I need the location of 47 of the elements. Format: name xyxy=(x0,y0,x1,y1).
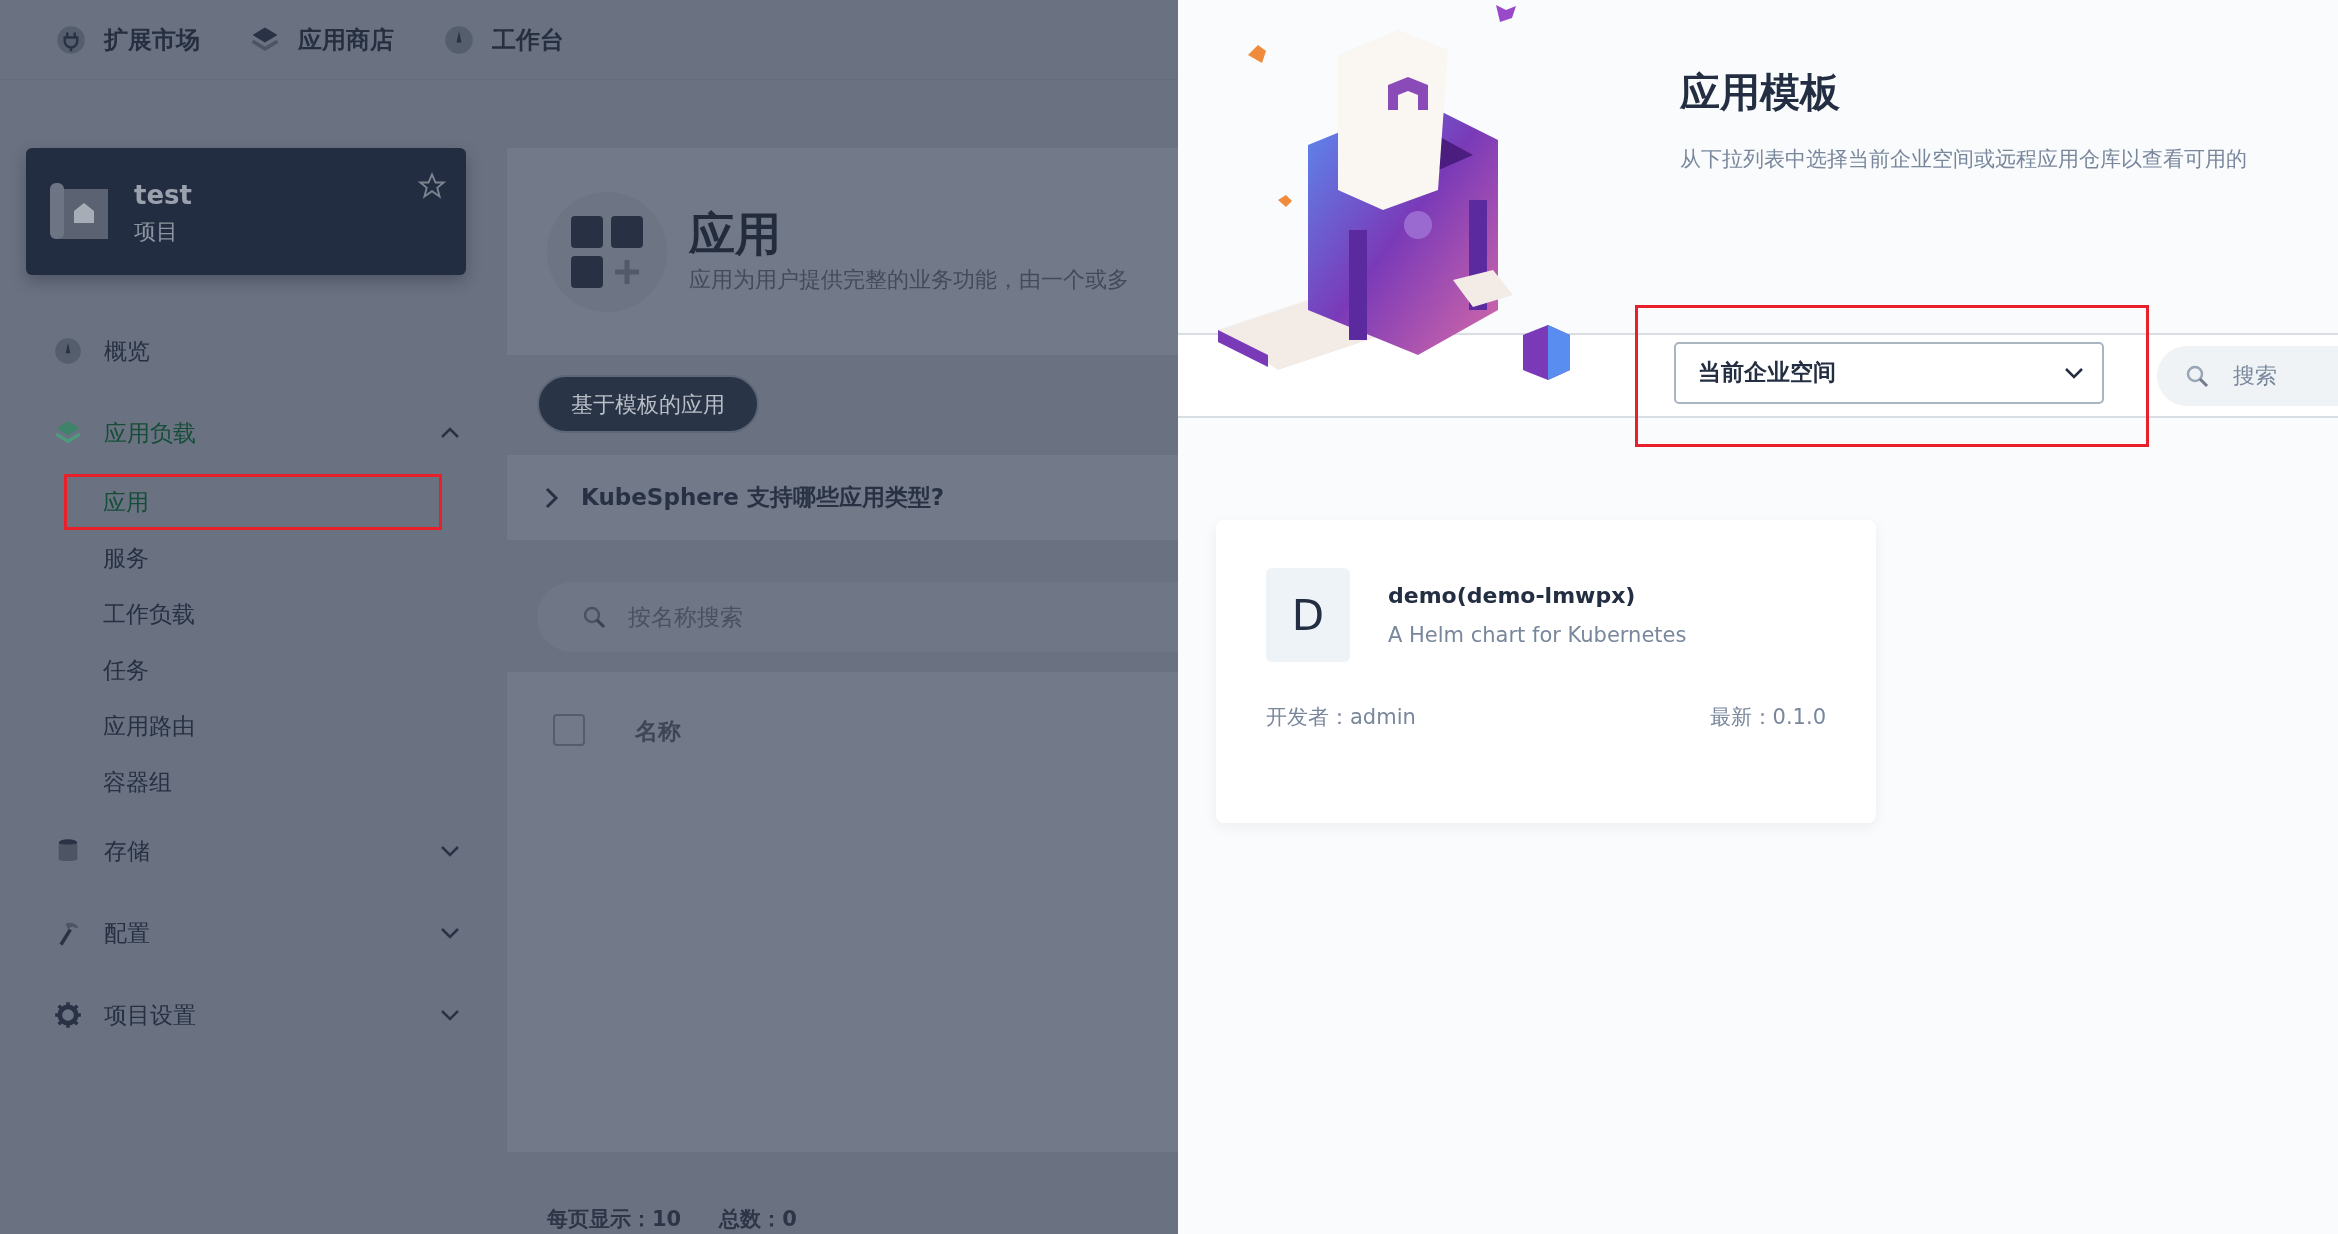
drawer-title: 应用模板 xyxy=(1680,68,1841,117)
plug-icon xyxy=(56,24,86,55)
app-description: A Helm chart for Kubernetes xyxy=(1388,621,1687,649)
project-type: 项目 xyxy=(134,217,179,246)
app-developer: 开发者：admin xyxy=(1266,704,1416,731)
drawer-description: 从下拉列表中选择当前企业空间或远程应用仓库以查看可用的 xyxy=(1680,146,2248,173)
sidebar-item[interactable]: 概览 xyxy=(26,310,466,392)
total-count: 总数：0 xyxy=(719,1206,797,1233)
tab[interactable]: 基于模板的应用 xyxy=(537,375,759,433)
sidebar-subitem[interactable]: 任务 xyxy=(64,642,442,698)
nav-link[interactable]: 扩展市场 xyxy=(56,21,200,58)
sidebar-subitem[interactable]: 应用路由 xyxy=(64,698,442,754)
sidebar-item[interactable]: 配置 xyxy=(26,892,466,974)
sidebar-subitem[interactable]: 服务 xyxy=(64,530,442,586)
project-name: test xyxy=(134,178,192,212)
app-avatar: D xyxy=(1266,568,1350,662)
chevron-down-icon xyxy=(440,1009,460,1021)
sidebar-item[interactable]: 应用负载 xyxy=(26,392,466,474)
sidebar-subitem[interactable]: 应用 xyxy=(64,474,442,530)
faq-title: KubeSphere 支持哪些应用类型? xyxy=(581,483,945,513)
sidebar-item[interactable]: 项目设置 xyxy=(26,974,466,1056)
faq-panel[interactable]: KubeSphere 支持哪些应用类型? xyxy=(507,455,1178,540)
page-title: 应用 xyxy=(689,207,782,263)
chevron-right-icon xyxy=(545,486,559,509)
chevron-up-icon xyxy=(440,427,460,439)
app-name: demo(demo-lmwpx) xyxy=(1388,581,1637,610)
chevron-down-icon xyxy=(440,845,460,857)
chevron-down-icon xyxy=(440,927,460,939)
nav-link[interactable]: 工作台 xyxy=(444,21,564,58)
app-card[interactable]: D demo(demo-lmwpx) A Helm chart for Kubernetes 开发者：admin 最新：0.1.0 xyxy=(1216,520,1876,823)
checkbox[interactable] xyxy=(553,714,585,746)
sidebar-subitem[interactable]: 容器组 xyxy=(64,754,442,810)
repository-select[interactable]: 当前企业空间 xyxy=(1674,341,2104,404)
app-latest-version: 最新：0.1.0 xyxy=(1709,704,1826,731)
project-card[interactable]: test 项目 xyxy=(26,148,466,275)
page-size-select[interactable]: 每页显示：10 xyxy=(547,1204,682,1234)
nav-link[interactable]: 应用商店 xyxy=(250,21,394,58)
search-icon xyxy=(2185,363,2209,388)
search-icon xyxy=(582,605,606,629)
settings-icon xyxy=(54,1001,82,1029)
search-field[interactable]: 搜索 xyxy=(2157,345,2338,406)
star-icon[interactable] xyxy=(418,172,446,200)
chevron-down-icon xyxy=(2064,366,2084,379)
sidebar-subitem[interactable]: 工作负载 xyxy=(64,586,442,642)
gauge-icon xyxy=(54,337,82,365)
gauge-icon xyxy=(444,24,474,55)
sidebar-item[interactable]: 存储 xyxy=(26,810,466,892)
